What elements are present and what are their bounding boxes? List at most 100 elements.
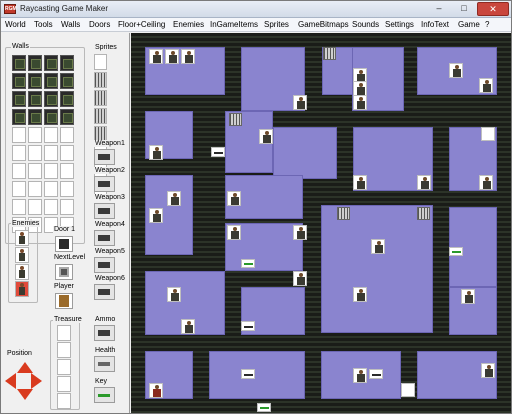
door-icon[interactable]: [337, 207, 350, 220]
key-pickup-icon[interactable]: [257, 403, 271, 412]
wall-texture-slot[interactable]: [60, 91, 74, 107]
enemy-sprite-icon[interactable]: [417, 175, 431, 190]
ammo-tool-button[interactable]: [94, 325, 115, 341]
enemy-sprite-icon[interactable]: [371, 239, 385, 254]
wall-texture-slot[interactable]: [60, 73, 74, 89]
wall-texture-slot[interactable]: [28, 181, 42, 197]
menu-sprites[interactable]: Sprites: [264, 20, 289, 29]
wall-texture-slot[interactable]: [28, 55, 42, 71]
enemy-sprite-icon[interactable]: [181, 49, 195, 64]
enemy-sprite-icon[interactable]: [353, 175, 367, 190]
menu-infotext[interactable]: InfoText: [421, 20, 449, 29]
wall-texture-slot[interactable]: [60, 127, 74, 143]
wall-texture-slot[interactable]: [28, 109, 42, 125]
wall-texture-slot[interactable]: [60, 109, 74, 125]
weapon-pickup-icon[interactable]: [241, 321, 255, 331]
enemy-sprite-icon[interactable]: [449, 63, 463, 78]
weapon-5-button[interactable]: [94, 257, 115, 273]
wall-texture-slot[interactable]: [12, 127, 26, 143]
arrow-up-icon[interactable]: [17, 362, 33, 373]
wall-texture-slot[interactable]: [44, 73, 58, 89]
menu-tools[interactable]: Tools: [34, 20, 53, 29]
treasure-slot[interactable]: [57, 376, 71, 392]
sprite-slot[interactable]: [94, 108, 107, 124]
menu-world[interactable]: World: [5, 20, 26, 29]
close-button[interactable]: ✕: [477, 2, 509, 16]
arrow-down-icon[interactable]: [17, 389, 33, 400]
weapon-pickup-icon[interactable]: [241, 369, 255, 379]
wall-texture-slot[interactable]: [44, 181, 58, 197]
enemy-slot[interactable]: [15, 230, 29, 246]
enemy-sprite-icon[interactable]: [181, 319, 195, 334]
wall-texture-slot[interactable]: [12, 181, 26, 197]
sprite-slot[interactable]: [94, 72, 107, 88]
menu-sounds[interactable]: Sounds: [352, 20, 379, 29]
arrow-left-icon[interactable]: [5, 373, 16, 389]
wall-texture-slot[interactable]: [44, 127, 58, 143]
enemy-sprite-icon[interactable]: [165, 49, 179, 64]
wall-texture-slot[interactable]: [28, 127, 42, 143]
wall-texture-slot[interactable]: [60, 199, 74, 215]
wall-texture-slot[interactable]: [44, 55, 58, 71]
door-tool-button[interactable]: [55, 236, 73, 252]
weapon-3-button[interactable]: [94, 203, 115, 219]
wall-texture-slot[interactable]: [12, 55, 26, 71]
enemy-sprite-icon[interactable]: [353, 81, 367, 96]
menu-help[interactable]: ?: [485, 20, 489, 29]
enemy-sprite-icon[interactable]: [353, 95, 367, 110]
weapon-pickup-icon[interactable]: [211, 147, 225, 157]
sprite-slot[interactable]: [94, 54, 107, 70]
enemy-sprite-icon[interactable]: [293, 95, 307, 110]
enemy-sprite-icon[interactable]: [149, 49, 163, 64]
key-pickup-icon[interactable]: [449, 247, 463, 256]
wall-texture-slot[interactable]: [44, 109, 58, 125]
key-pickup-icon[interactable]: [241, 259, 255, 268]
wall-texture-slot[interactable]: [12, 73, 26, 89]
minimize-button[interactable]: –: [427, 2, 451, 16]
treasure-slot[interactable]: [57, 342, 71, 358]
enemy-slot[interactable]: [15, 264, 29, 280]
treasure-icon[interactable]: [481, 127, 495, 141]
menu-enemies[interactable]: Enemies: [173, 20, 204, 29]
player-start-icon[interactable]: [401, 383, 415, 397]
maximize-button[interactable]: □: [453, 2, 475, 16]
door-icon[interactable]: [323, 47, 336, 60]
weapon-4-button[interactable]: [94, 230, 115, 246]
enemy-sprite-icon[interactable]: [227, 225, 241, 240]
map-room[interactable]: [209, 351, 305, 399]
enemy-slot[interactable]: [15, 281, 29, 297]
wall-texture-slot[interactable]: [28, 163, 42, 179]
menu-walls[interactable]: Walls: [61, 20, 80, 29]
wall-texture-slot[interactable]: [12, 145, 26, 161]
enemy-sprite-icon[interactable]: [479, 78, 493, 93]
health-tool-button[interactable]: [94, 356, 115, 372]
level-map[interactable]: [131, 33, 511, 413]
wall-texture-slot[interactable]: [44, 91, 58, 107]
wall-texture-slot[interactable]: [60, 181, 74, 197]
enemy-sprite-icon[interactable]: [293, 271, 307, 286]
nextlevel-tool-button[interactable]: [55, 264, 73, 280]
map-room[interactable]: [273, 127, 337, 179]
weapon-6-button[interactable]: [94, 284, 115, 300]
enemy-sprite-icon[interactable]: [149, 145, 163, 160]
enemy-sprite-icon[interactable]: [481, 363, 495, 378]
treasure-slot[interactable]: [57, 359, 71, 375]
wall-texture-slot[interactable]: [12, 91, 26, 107]
wall-texture-slot[interactable]: [44, 163, 58, 179]
weapon-1-button[interactable]: [94, 149, 115, 165]
enemy-sprite-icon[interactable]: [479, 175, 493, 190]
wall-texture-slot[interactable]: [12, 163, 26, 179]
key-tool-button[interactable]: [94, 387, 115, 403]
enemy-sprite-icon[interactable]: [259, 129, 273, 144]
enemy-sprite-icon[interactable]: [149, 208, 163, 223]
enemy-sprite-icon[interactable]: [461, 289, 475, 304]
enemy-sprite-icon[interactable]: [167, 287, 181, 302]
enemy-sprite-icon[interactable]: [353, 287, 367, 302]
wall-texture-slot[interactable]: [28, 91, 42, 107]
wall-texture-slot[interactable]: [28, 199, 42, 215]
enemy-sprite-icon[interactable]: [353, 368, 367, 383]
weapon-pickup-icon[interactable]: [369, 369, 383, 379]
enemy-sprite-icon[interactable]: [167, 191, 181, 206]
menu-gamebitmaps[interactable]: GameBitmaps: [298, 20, 349, 29]
enemy-sprite-icon[interactable]: [227, 191, 241, 206]
